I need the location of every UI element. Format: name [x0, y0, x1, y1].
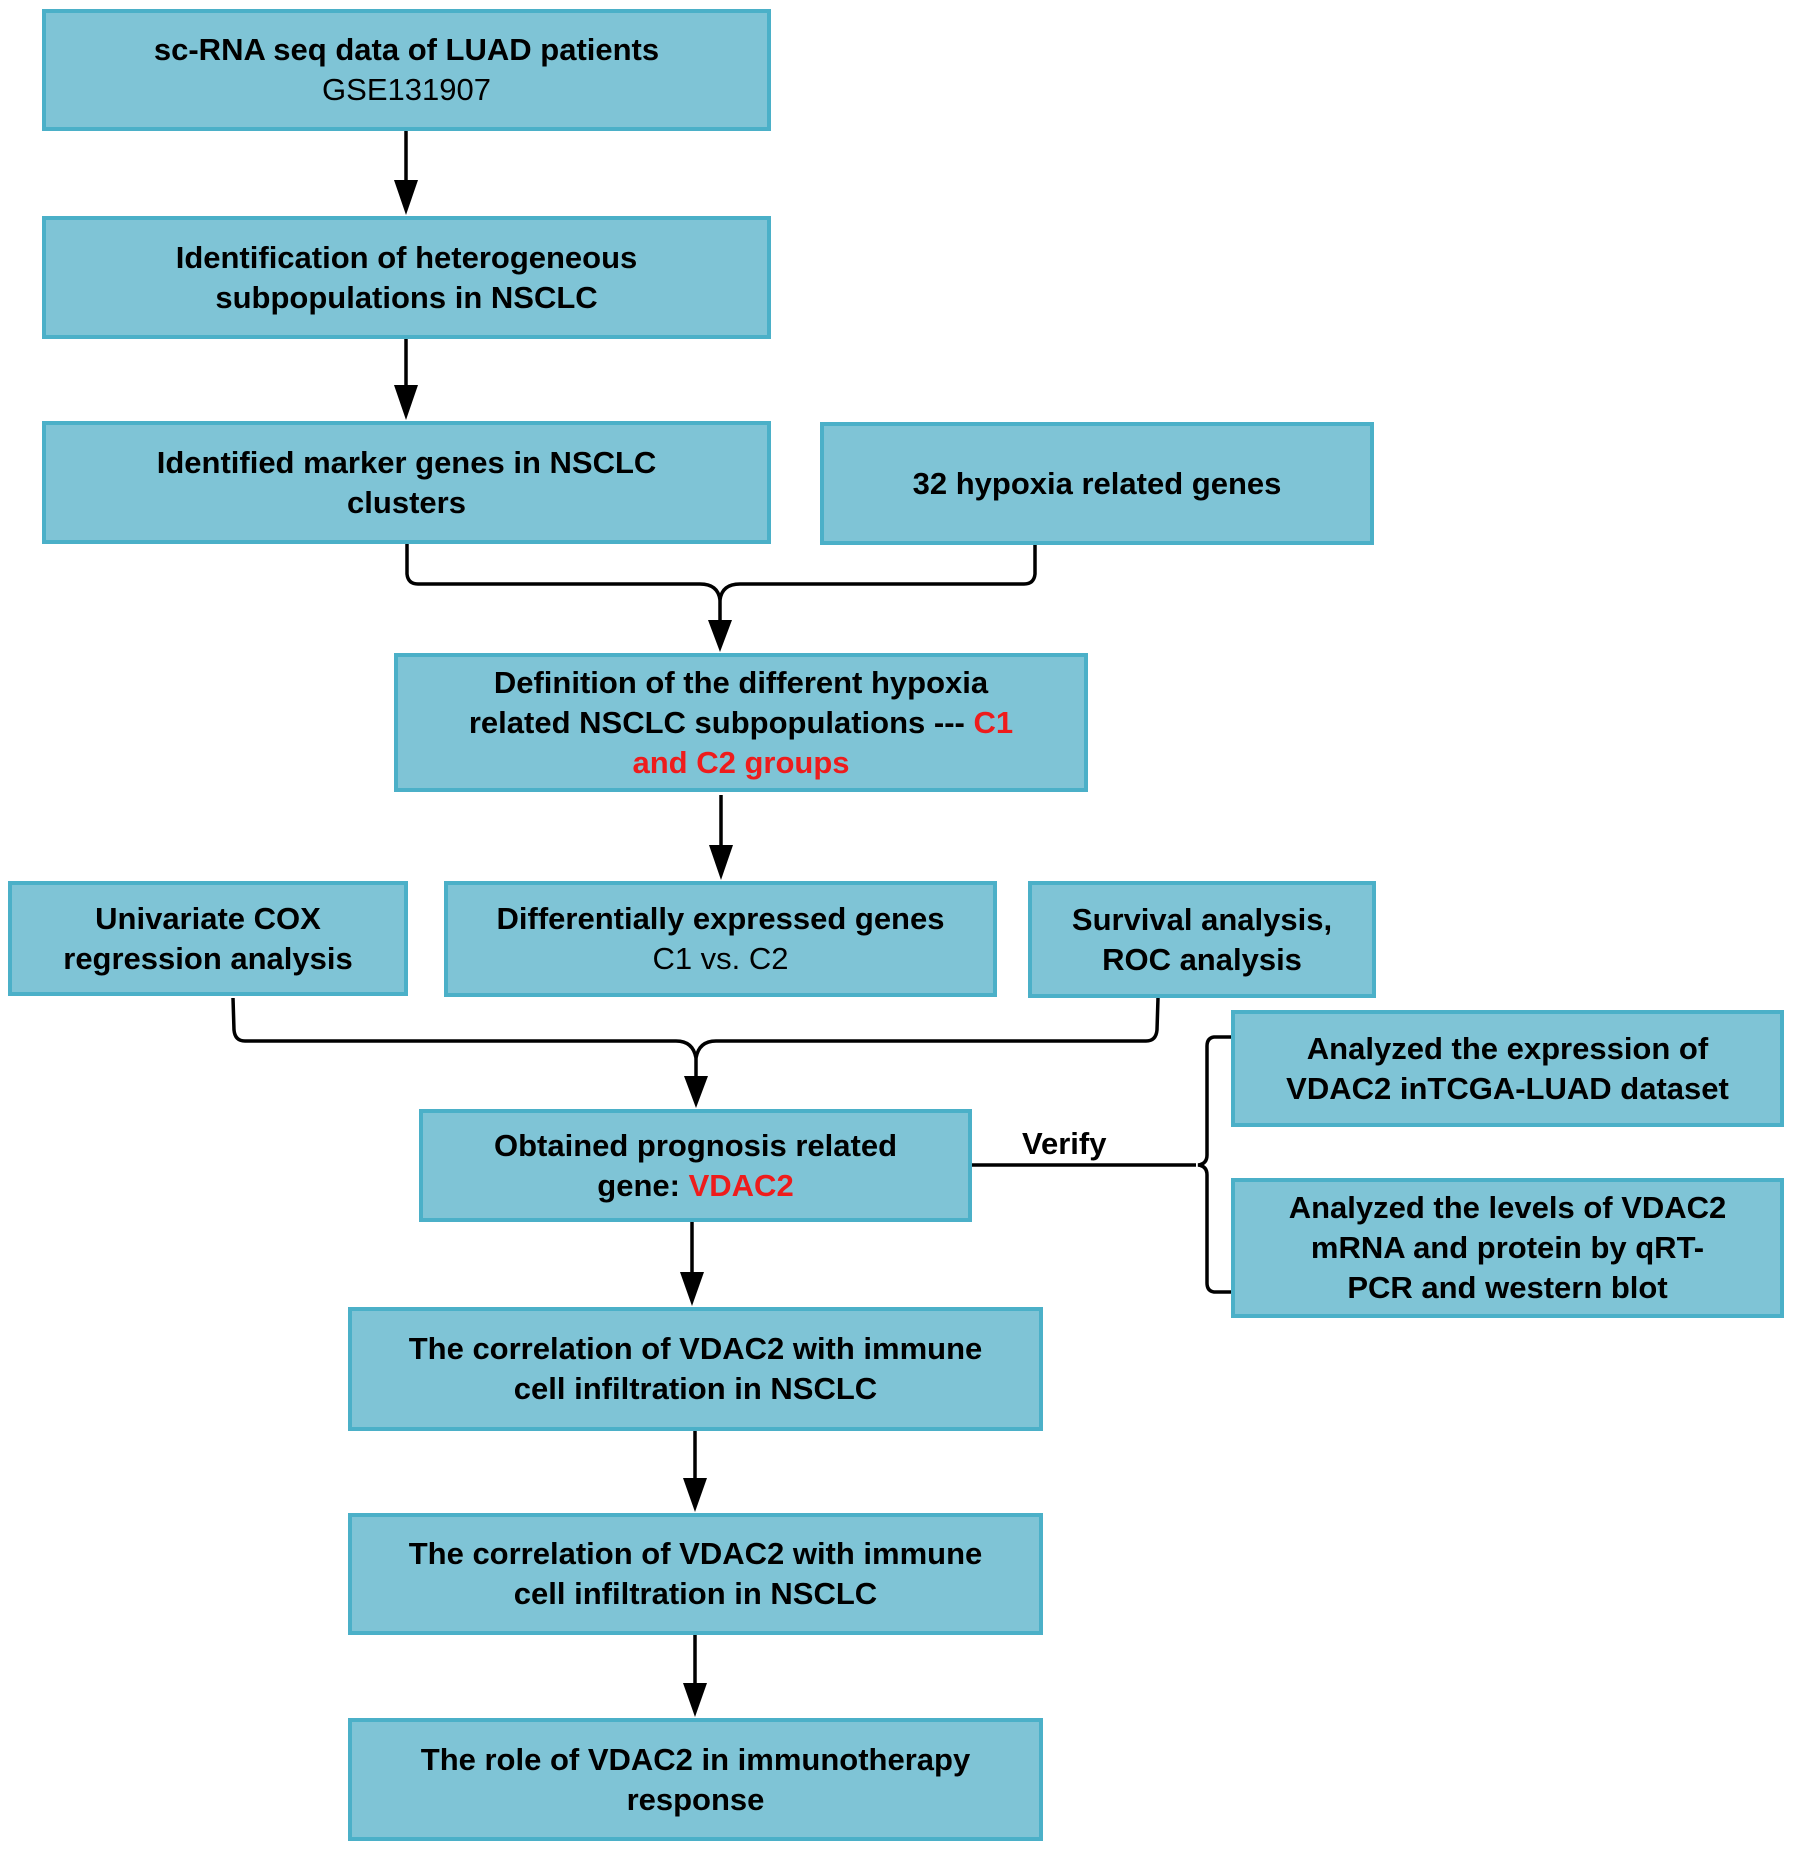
node-title: The role of VDAC2 in immunotherapy respo…: [420, 1741, 971, 1817]
node-title: sc-RNA seq data of LUAD patients: [153, 32, 660, 67]
node-title-text: Definition of the different hypoxia rela…: [468, 664, 989, 740]
node-subtitle: C1 vs. C2: [652, 941, 789, 976]
node-title: Obtained prognosis related gene: VDAC2: [473, 1126, 918, 1206]
node-immune-correlation-2: The correlation of VDAC2 with immune cel…: [348, 1513, 1043, 1635]
node-qrt-pcr-western: Analyzed the levels of VDAC2 mRNA and pr…: [1231, 1178, 1784, 1318]
node-title: Definition of the different hypoxia rela…: [448, 663, 1034, 783]
merge-bracket-1: [405, 543, 1037, 601]
node-prognosis-gene: Obtained prognosis related gene: VDAC2: [419, 1109, 972, 1222]
node-hypoxia-genes: 32 hypoxia related genes: [820, 422, 1374, 545]
arrowhead: [394, 385, 418, 420]
node-survival-roc: Survival analysis, ROC analysis: [1028, 881, 1376, 998]
node-marker-genes: Identified marker genes in NSCLC cluster…: [42, 421, 771, 544]
arrowhead: [684, 1076, 708, 1108]
node-title: Analyzed the expression of VDAC2 inTCGA-…: [1286, 1030, 1729, 1106]
arrowhead: [394, 180, 418, 215]
node-heterogeneous-subpopulations: Identification of heterogeneous subpopul…: [42, 216, 771, 339]
node-univariate-cox: Univariate COX regression analysis: [8, 881, 408, 996]
arrowhead: [709, 845, 733, 880]
node-definition-subpopulations: Definition of the different hypoxia rela…: [394, 653, 1088, 792]
node-title: Identification of heterogeneous subpopul…: [175, 239, 638, 315]
node-title: 32 hypoxia related genes: [912, 465, 1282, 501]
node-immunotherapy-role: The role of VDAC2 in immunotherapy respo…: [348, 1718, 1043, 1841]
node-immune-correlation-1: The correlation of VDAC2 with immune cel…: [348, 1307, 1043, 1431]
node-tcga-expression: Analyzed the expression of VDAC2 inTCGA-…: [1231, 1010, 1784, 1127]
node-subtitle: GSE131907: [322, 72, 491, 107]
node-title: Analyzed the levels of VDAC2 mRNA and pr…: [1288, 1190, 1727, 1305]
arrowhead: [683, 1683, 707, 1717]
verify-label: Verify: [1022, 1126, 1107, 1161]
arrowhead: [680, 1272, 704, 1306]
node-title: Differentially expressed genes: [496, 901, 945, 936]
arrowhead: [683, 1478, 707, 1512]
merge-bracket-2: [231, 997, 1160, 1059]
node-title: The correlation of VDAC2 with immune cel…: [408, 1331, 983, 1406]
node-title: Univariate COX regression analysis: [63, 900, 353, 976]
verify-brace: [1197, 1035, 1231, 1294]
node-deg: Differentially expressed genes C1 vs. C2: [444, 881, 997, 997]
node-title: Identified marker genes in NSCLC cluster…: [156, 444, 657, 520]
node-title: The correlation of VDAC2 with immune cel…: [408, 1536, 983, 1611]
node-scrna-data: sc-RNA seq data of LUAD patients GSE1319…: [42, 9, 771, 131]
arrowhead: [708, 620, 732, 652]
node-title: Survival analysis, ROC analysis: [1071, 901, 1333, 977]
node-highlight: VDAC2: [688, 1167, 794, 1203]
